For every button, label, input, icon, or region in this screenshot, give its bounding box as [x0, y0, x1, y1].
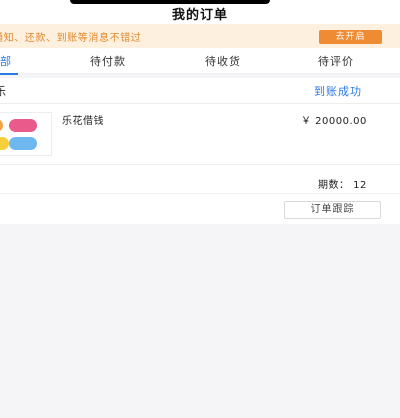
order-tabs: 全部 待付款 待收货 待评价: [0, 48, 400, 74]
logo-petal-pink: [9, 119, 37, 132]
logo-petal-blue: [9, 137, 37, 150]
product-logo: [0, 112, 52, 156]
logo-petal-yellow: [0, 137, 9, 150]
divider: [0, 193, 400, 194]
installment-period: 期数： 12: [318, 180, 367, 191]
status-bar: [70, 0, 270, 4]
tab-all[interactable]: 全部: [0, 53, 12, 69]
logo-petal-orange: [0, 119, 3, 132]
page-title: 我的订单: [171, 8, 228, 23]
notification-text: 通知、还款、到账等消息不错过: [0, 33, 142, 44]
tab-pending-review[interactable]: 待评价: [318, 53, 354, 69]
shop-name: 乐: [0, 85, 6, 98]
tab-pending-receipt[interactable]: 待收货: [205, 53, 241, 69]
product-price: ￥ 20000.00: [301, 116, 367, 127]
product-name: 乐花借钱: [62, 116, 104, 127]
divider: [0, 164, 400, 165]
tab-pending-payment[interactable]: 待付款: [90, 53, 126, 69]
track-order-button[interactable]: 订单跟踪: [284, 201, 381, 219]
order-status: 到账成功: [314, 85, 362, 98]
active-tab-indicator: [0, 73, 18, 75]
enable-notification-button[interactable]: 去开启: [319, 30, 382, 44]
divider: [0, 103, 400, 104]
